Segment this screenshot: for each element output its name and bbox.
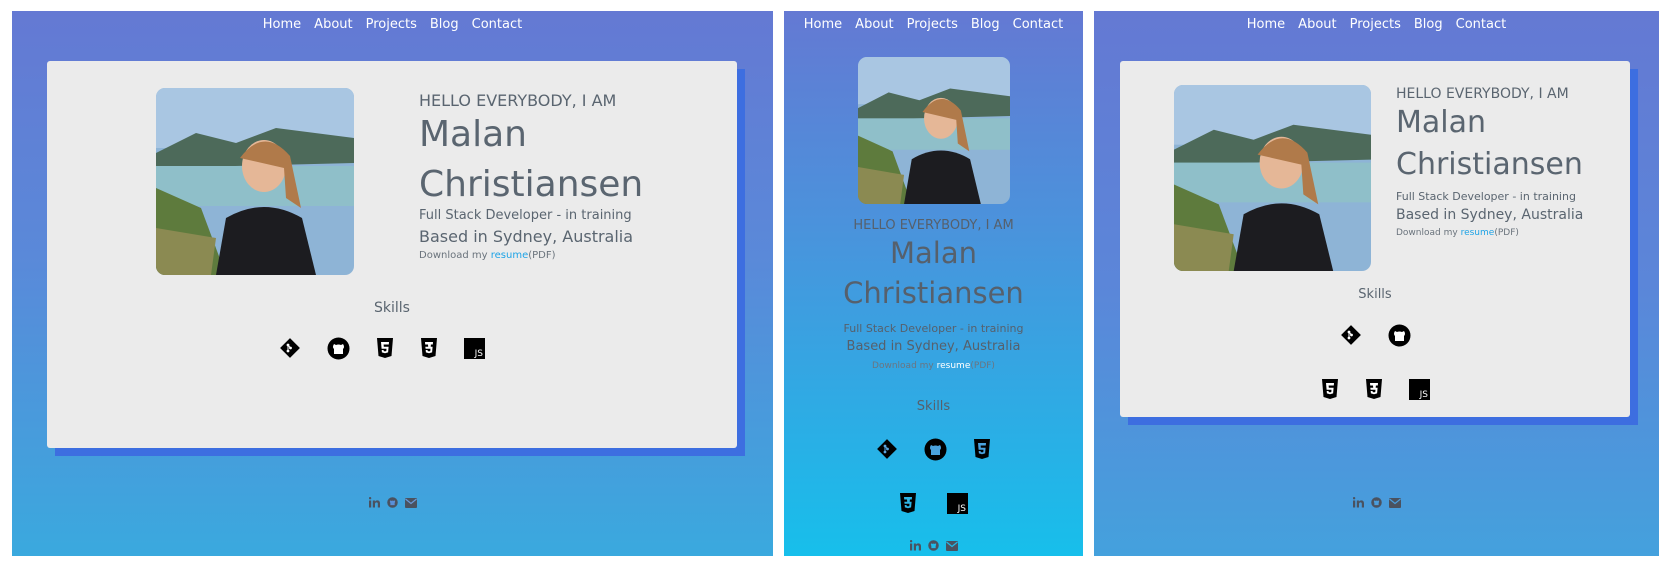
nav-projects-link[interactable]: Projects	[907, 17, 958, 32]
download-suffix: (PDF)	[970, 361, 995, 371]
footer-social	[1094, 497, 1659, 508]
css3-icon	[899, 492, 917, 514]
nav-home-link[interactable]: Home	[1247, 17, 1285, 32]
html5-icon	[973, 438, 991, 460]
name-first: Malan	[419, 114, 527, 155]
role-text: Full Stack Developer - in training	[1396, 190, 1576, 203]
skills-icons-row-2: JS	[784, 488, 1083, 518]
css3-icon	[420, 337, 438, 359]
download-prefix: Download my	[419, 250, 488, 261]
skills-heading: Skills	[1358, 287, 1392, 302]
tablet-viewport: Home About Projects Blog Contact HELLO E…	[1094, 11, 1659, 556]
github-icon	[327, 337, 350, 360]
nav-home-link[interactable]: Home	[804, 17, 842, 32]
nav-about-link[interactable]: About	[855, 17, 893, 32]
footer-social	[784, 540, 1083, 551]
nav-bar: Home About Projects Blog Contact	[784, 17, 1083, 32]
download-line: Download my resume(PDF)	[419, 250, 556, 261]
skills-heading: Skills	[374, 300, 410, 316]
html5-icon	[1321, 378, 1339, 400]
git-icon	[1340, 324, 1362, 346]
git-icon	[279, 337, 301, 359]
nav-contact-link[interactable]: Contact	[1456, 17, 1507, 32]
nav-home-link[interactable]: Home	[263, 17, 301, 32]
resume-link[interactable]: resume	[1461, 228, 1495, 238]
nav-blog-link[interactable]: Blog	[971, 17, 1000, 32]
envelope-icon[interactable]	[404, 497, 417, 508]
name-first: Malan	[1396, 105, 1486, 140]
profile-photo	[858, 57, 1010, 204]
resume-link[interactable]: resume	[937, 361, 971, 371]
desktop-viewport: Home About Projects Blog Contact HELLO E…	[12, 11, 773, 556]
footer-social	[12, 497, 773, 508]
github-icon	[1388, 324, 1411, 347]
location-text: Based in Sydney, Australia	[846, 339, 1021, 354]
js-badge-text: JS	[1418, 390, 1428, 400]
download-line: Download my resume(PDF)	[1396, 228, 1519, 238]
greeting-text: HELLO EVERYBODY, I AM	[853, 218, 1014, 233]
nav-projects-link[interactable]: Projects	[1350, 17, 1401, 32]
nav-bar: Home About Projects Blog Contact	[12, 17, 773, 32]
name-last: Christiansen	[843, 276, 1024, 310]
resume-link[interactable]: resume	[491, 250, 529, 261]
download-line: Download my resume(PDF)	[784, 361, 1083, 371]
greeting-text: HELLO EVERYBODY, I AM	[419, 91, 617, 110]
profile-photo	[1174, 85, 1371, 271]
nav-blog-link[interactable]: Blog	[1414, 17, 1443, 32]
mobile-viewport: Home About Projects Blog Contact HELLO E…	[784, 11, 1083, 556]
github-icon	[924, 438, 947, 461]
css3-icon	[1365, 378, 1383, 400]
profile-card: HELLO EVERYBODY, I AM Malan Christiansen…	[47, 61, 737, 448]
role-text: Full Stack Developer - in training	[419, 208, 632, 223]
nav-contact-link[interactable]: Contact	[1013, 17, 1064, 32]
linkedin-icon[interactable]	[1352, 497, 1364, 508]
js-badge-text: JS	[957, 504, 967, 514]
nav-blog-link[interactable]: Blog	[430, 17, 459, 32]
name-first: Malan	[890, 236, 977, 270]
download-prefix: Download my	[1396, 228, 1458, 238]
profile-photo	[156, 88, 354, 275]
html5-icon	[376, 337, 394, 359]
download-suffix: (PDF)	[528, 250, 556, 261]
nav-projects-link[interactable]: Projects	[366, 17, 417, 32]
nav-bar: Home About Projects Blog Contact	[1094, 17, 1659, 32]
location-text: Based in Sydney, Australia	[1396, 207, 1584, 223]
role-text: Full Stack Developer - in training	[843, 322, 1024, 335]
linkedin-icon[interactable]	[909, 540, 921, 551]
javascript-icon: JS	[1408, 378, 1430, 400]
js-badge-text: JS	[474, 349, 484, 359]
github-icon[interactable]	[927, 540, 939, 551]
envelope-icon[interactable]	[1388, 497, 1401, 508]
skills-icons-row-2: JS	[1120, 374, 1630, 404]
javascript-icon: JS	[464, 337, 485, 359]
skills-icons-row-1	[1120, 320, 1630, 350]
skills-icons: JS	[267, 333, 497, 363]
javascript-icon: JS	[947, 492, 968, 514]
nav-about-link[interactable]: About	[314, 17, 352, 32]
github-icon[interactable]	[386, 497, 398, 508]
linkedin-icon[interactable]	[368, 497, 380, 508]
location-text: Based in Sydney, Australia	[419, 227, 634, 246]
nav-contact-link[interactable]: Contact	[472, 17, 523, 32]
download-prefix: Download my	[872, 361, 934, 371]
name-last: Christiansen	[419, 164, 644, 205]
profile-card: HELLO EVERYBODY, I AM Malan Christiansen…	[1120, 61, 1630, 417]
greeting-text: HELLO EVERYBODY, I AM	[1396, 86, 1569, 102]
skills-heading: Skills	[916, 399, 951, 414]
git-icon	[876, 438, 898, 460]
nav-about-link[interactable]: About	[1298, 17, 1336, 32]
skills-icons-row-1	[784, 434, 1083, 464]
envelope-icon[interactable]	[945, 540, 958, 551]
github-icon[interactable]	[1370, 497, 1382, 508]
name-last: Christiansen	[1396, 147, 1583, 182]
download-suffix: (PDF)	[1494, 228, 1519, 238]
